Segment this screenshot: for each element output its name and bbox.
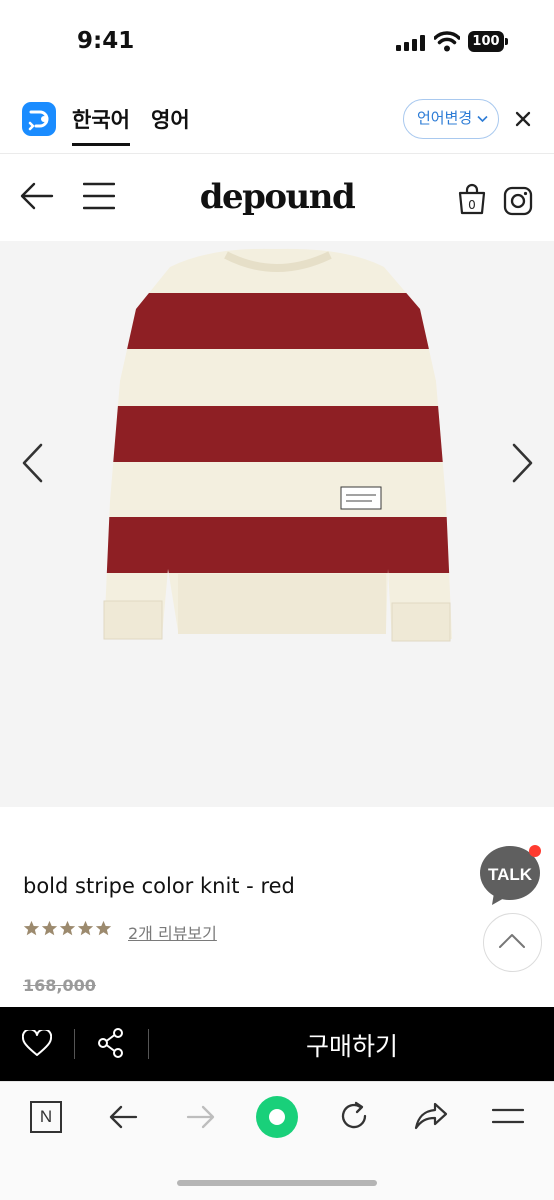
browser-forward-icon[interactable] — [186, 1104, 216, 1130]
talk-label: TALK — [488, 865, 533, 884]
instagram-icon[interactable] — [503, 186, 533, 216]
product-image-gallery[interactable] — [0, 241, 554, 807]
naver-home-icon[interactable]: N — [30, 1101, 62, 1133]
translate-logo-icon — [22, 102, 56, 136]
previous-image-arrow-icon[interactable] — [20, 441, 46, 485]
cart-count: 0 — [468, 198, 476, 212]
change-language-label: 언어변경 — [417, 109, 473, 127]
tab-english[interactable]: 영어 — [151, 104, 190, 134]
chevron-down-icon — [477, 115, 488, 123]
scroll-to-top-button[interactable] — [483, 913, 542, 972]
share-forward-icon[interactable] — [414, 1102, 448, 1130]
chevron-up-icon — [499, 934, 525, 948]
review-link[interactable]: 2개 리뷰보기 — [128, 920, 217, 944]
star-icon — [41, 920, 58, 936]
wifi-icon — [434, 31, 460, 52]
site-header: depound 0 — [0, 155, 554, 241]
star-icon — [59, 920, 76, 936]
product-title: bold stripe color knit - red — [23, 874, 295, 898]
home-indicator — [177, 1180, 377, 1186]
tab-korean[interactable]: 한국어 — [72, 104, 130, 146]
star-icon — [23, 920, 40, 936]
next-image-arrow-icon[interactable] — [509, 441, 535, 485]
status-time: 9:41 — [77, 28, 135, 54]
browser-menu-icon[interactable] — [492, 1106, 524, 1126]
battery-level: 100 — [468, 31, 504, 52]
star-icon — [77, 920, 94, 936]
reload-icon[interactable] — [338, 1100, 370, 1132]
browser-back-icon[interactable] — [108, 1104, 138, 1130]
green-dot-icon[interactable] — [255, 1095, 299, 1139]
original-price: 168,000 — [23, 976, 96, 995]
status-bar: 9:41 100 — [0, 0, 554, 86]
share-icon[interactable] — [97, 1028, 125, 1058]
translate-bar: 한국어 영어 언어변경 — [0, 86, 554, 154]
star-icon — [95, 920, 112, 936]
buy-bar: 구매하기 — [0, 1007, 554, 1081]
change-language-button[interactable]: 언어변경 — [403, 99, 499, 139]
heart-icon[interactable] — [22, 1030, 52, 1057]
close-icon[interactable] — [512, 108, 534, 130]
buy-button[interactable]: 구매하기 — [150, 1027, 554, 1063]
cellular-signal-icon — [396, 35, 426, 51]
naver-label: N — [39, 1107, 53, 1126]
product-image — [103, 248, 452, 642]
kakao-talk-button[interactable]: TALK — [480, 845, 542, 907]
battery-icon: 100 — [468, 31, 508, 52]
cart-icon[interactable]: 0 — [456, 183, 488, 215]
rating-stars — [23, 920, 113, 940]
